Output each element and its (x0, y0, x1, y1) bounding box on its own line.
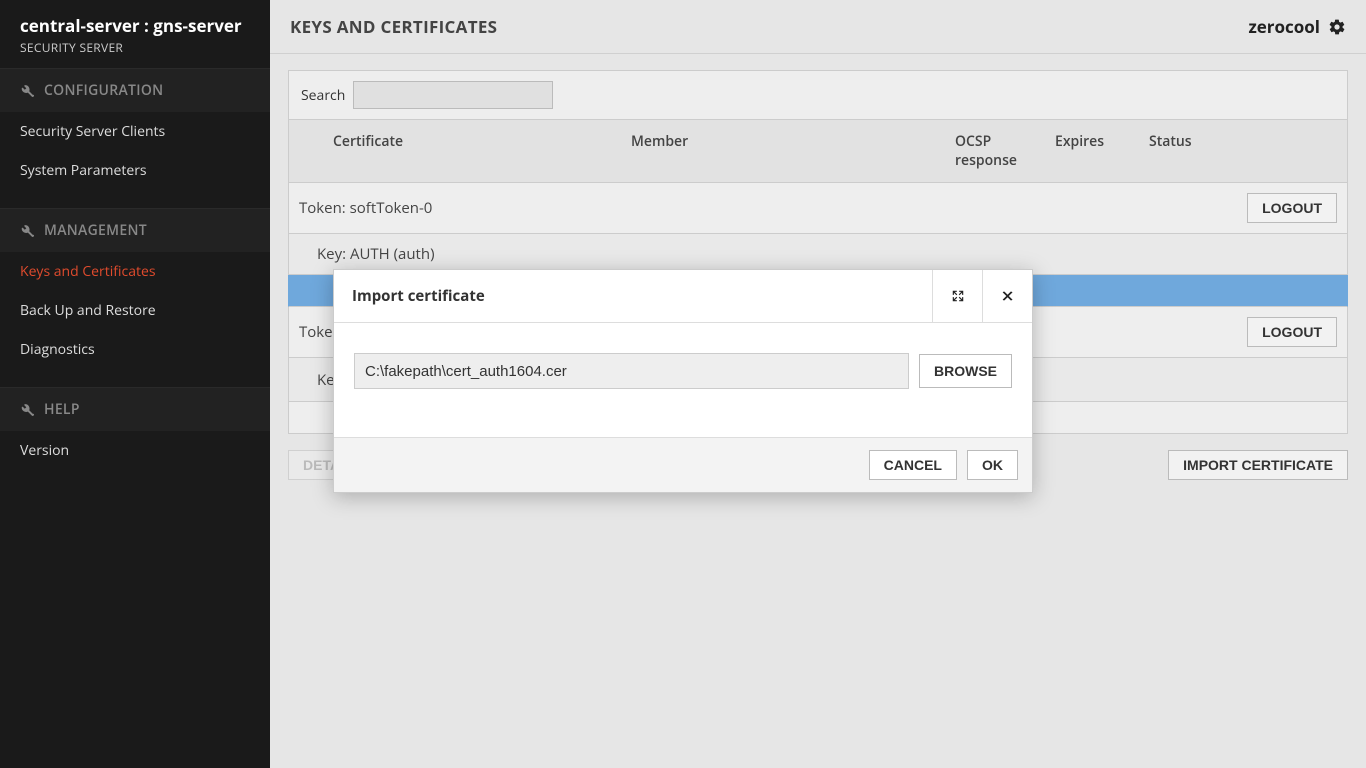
section-label: MANAGEMENT (44, 221, 147, 240)
import-certificate-dialog: Import certificate BROWSE CANCEL OK (333, 269, 1033, 493)
col-member: Member (631, 132, 955, 170)
dialog-title: Import certificate (334, 270, 503, 322)
key-label: Key: AUTH (auth) (317, 244, 435, 264)
user-menu[interactable]: zerocool (1248, 15, 1346, 38)
dialog-body: BROWSE (334, 323, 1032, 437)
maximize-button[interactable] (932, 270, 982, 322)
ok-button[interactable]: OK (967, 450, 1018, 480)
section-label: CONFIGURATION (44, 81, 163, 100)
logout-button[interactable]: LOGOUT (1247, 193, 1337, 223)
section-configuration: CONFIGURATION (0, 68, 270, 112)
search-label: Search (301, 86, 345, 105)
import-certificate-button[interactable]: IMPORT CERTIFICATE (1168, 450, 1348, 480)
column-headers: Certificate Member OCSP response Expires… (288, 120, 1348, 183)
token-row[interactable]: Token: softToken-0 LOGOUT (288, 183, 1348, 234)
section-management: MANAGEMENT (0, 208, 270, 252)
sidebar-header: central-server : gns-server SECURITY SER… (0, 0, 270, 68)
expand-icon (951, 289, 965, 303)
col-certificate: Certificate (333, 132, 631, 170)
section-help: HELP (0, 387, 270, 431)
search-input[interactable] (353, 81, 553, 109)
username: zerocool (1248, 15, 1320, 38)
sidebar-item-system-params[interactable]: System Parameters (0, 151, 270, 190)
server-subtitle: SECURITY SERVER (20, 39, 250, 56)
wrench-icon (20, 403, 34, 417)
wrench-icon (20, 224, 34, 238)
cancel-button[interactable]: CANCEL (869, 450, 957, 480)
server-title: central-server : gns-server (20, 14, 250, 37)
col-status: Status (1149, 132, 1347, 170)
topbar: KEYS AND CERTIFICATES zerocool (270, 0, 1366, 54)
col-expires: Expires (1055, 132, 1149, 170)
search-bar: Search (288, 70, 1348, 120)
sidebar-item-clients[interactable]: Security Server Clients (0, 112, 270, 151)
dialog-footer: CANCEL OK (334, 437, 1032, 492)
sidebar-item-diagnostics[interactable]: Diagnostics (0, 330, 270, 369)
page-title: KEYS AND CERTIFICATES (290, 15, 497, 38)
gear-icon (1328, 18, 1346, 36)
wrench-icon (20, 84, 34, 98)
logout-button[interactable]: LOGOUT (1247, 317, 1337, 347)
section-label: HELP (44, 400, 80, 419)
col-ocsp: OCSP response (955, 132, 1055, 170)
dialog-header: Import certificate (334, 270, 1032, 323)
close-button[interactable] (982, 270, 1032, 322)
close-icon (1001, 289, 1015, 303)
sidebar-item-backup[interactable]: Back Up and Restore (0, 291, 270, 330)
file-path-input[interactable] (354, 353, 909, 389)
sidebar: central-server : gns-server SECURITY SER… (0, 0, 270, 768)
sidebar-item-version[interactable]: Version (0, 431, 270, 470)
token-label: Token: softToken-0 (299, 198, 432, 218)
sidebar-item-keys-certs[interactable]: Keys and Certificates (0, 252, 270, 291)
browse-button[interactable]: BROWSE (919, 354, 1012, 388)
